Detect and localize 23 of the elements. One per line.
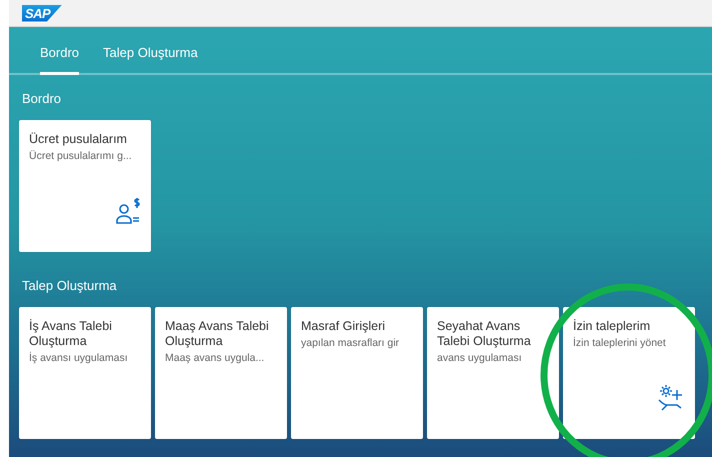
tile-subtitle: Maaş avans uygula...	[165, 352, 264, 364]
tile-title: Masraf Girişleri	[301, 319, 386, 334]
tile-subtitle: Ücret pusulalarımı g...	[29, 150, 132, 162]
tile-title: Seyahat Avans Talebi Oluşturma	[437, 319, 532, 349]
app-tile[interactable]: İzin taleplerim İzin taleplerini yönet	[563, 307, 695, 439]
app-tile[interactable]: İş Avans Talebi Oluşturma İş avansı uygulaması	[19, 307, 151, 439]
logo[interactable]: SAP	[22, 4, 62, 22]
section-title: Bordro	[22, 91, 62, 106]
app-tile[interactable]: Ücret pusulalarım Ücret pusulalarımı g...	[19, 120, 151, 252]
tile-subtitle: avans uygulaması	[437, 352, 522, 364]
sun-lounger-icon	[657, 385, 685, 411]
section-title: Talep Oluşturma	[22, 278, 117, 293]
tile-subtitle: yapılan masrafları gir	[301, 337, 400, 349]
person-dollar-icon	[115, 198, 141, 224]
tile-title: İzin taleplerim	[573, 319, 650, 334]
tile-subtitle: İzin taleplerini yönet	[573, 337, 666, 349]
tile-subtitle: İş avansı uygulaması	[29, 352, 128, 364]
tile-title: İş Avans Talebi Oluşturma	[29, 319, 113, 349]
tile-title: Ücret pusulalarım	[29, 132, 127, 147]
app-tile[interactable]: Masraf Girişleri yapılan masrafları gir	[291, 307, 423, 439]
app-tile[interactable]: Seyahat Avans Talebi Oluşturma avans uygulaması	[427, 307, 559, 439]
app-tile[interactable]: Maaş Avans Talebi Oluşturma Maaş avans uygula...	[155, 307, 287, 439]
tile-title: Maaş Avans Talebi Oluşturma	[165, 319, 270, 349]
